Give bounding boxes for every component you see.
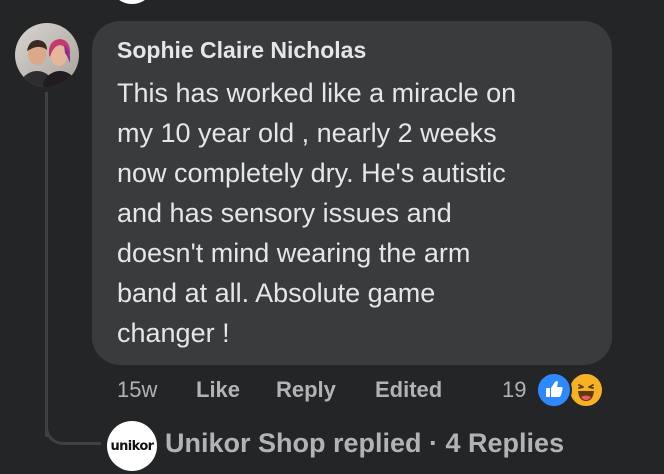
thread-line bbox=[45, 92, 48, 437]
user-avatar-photo-icon bbox=[15, 23, 79, 87]
comment-line: band at all. Absolute game bbox=[117, 278, 436, 308]
view-replies-link[interactable]: Unikor Shop replied · 4 Replies bbox=[165, 428, 564, 459]
commenter-avatar[interactable] bbox=[15, 23, 79, 87]
unikor-logo-text: unikor bbox=[110, 438, 154, 454]
reply-button[interactable]: Reply bbox=[276, 377, 336, 403]
edited-label[interactable]: Edited bbox=[375, 377, 442, 403]
comment-timestamp[interactable]: 15w bbox=[117, 377, 157, 403]
like-icon[interactable] bbox=[536, 372, 572, 408]
haha-icon[interactable] bbox=[568, 372, 604, 408]
comment-line: my 10 year old , nearly 2 weeks bbox=[117, 118, 497, 148]
previous-avatar-edge bbox=[112, 0, 152, 4]
like-button[interactable]: Like bbox=[196, 377, 240, 403]
comment-line: now completely dry. He's autistic bbox=[117, 158, 506, 188]
comment-line: doesn't mind wearing the arm bbox=[117, 238, 471, 268]
unikor-shop-avatar[interactable]: unikor bbox=[107, 421, 157, 471]
comment-line: This has worked like a miracle on bbox=[117, 78, 517, 108]
thread-connector bbox=[45, 405, 101, 445]
comment-author-name[interactable]: Sophie Claire Nicholas bbox=[117, 37, 366, 64]
thumbs-up-icon bbox=[546, 381, 563, 397]
comment-line: and has sensory issues and bbox=[117, 198, 452, 228]
laughing-face-icon bbox=[578, 384, 594, 401]
comment-text: This has worked like a miracle on my 10 … bbox=[117, 73, 597, 353]
reaction-count[interactable]: 19 bbox=[502, 377, 526, 403]
comment-line: changer ! bbox=[117, 318, 230, 348]
